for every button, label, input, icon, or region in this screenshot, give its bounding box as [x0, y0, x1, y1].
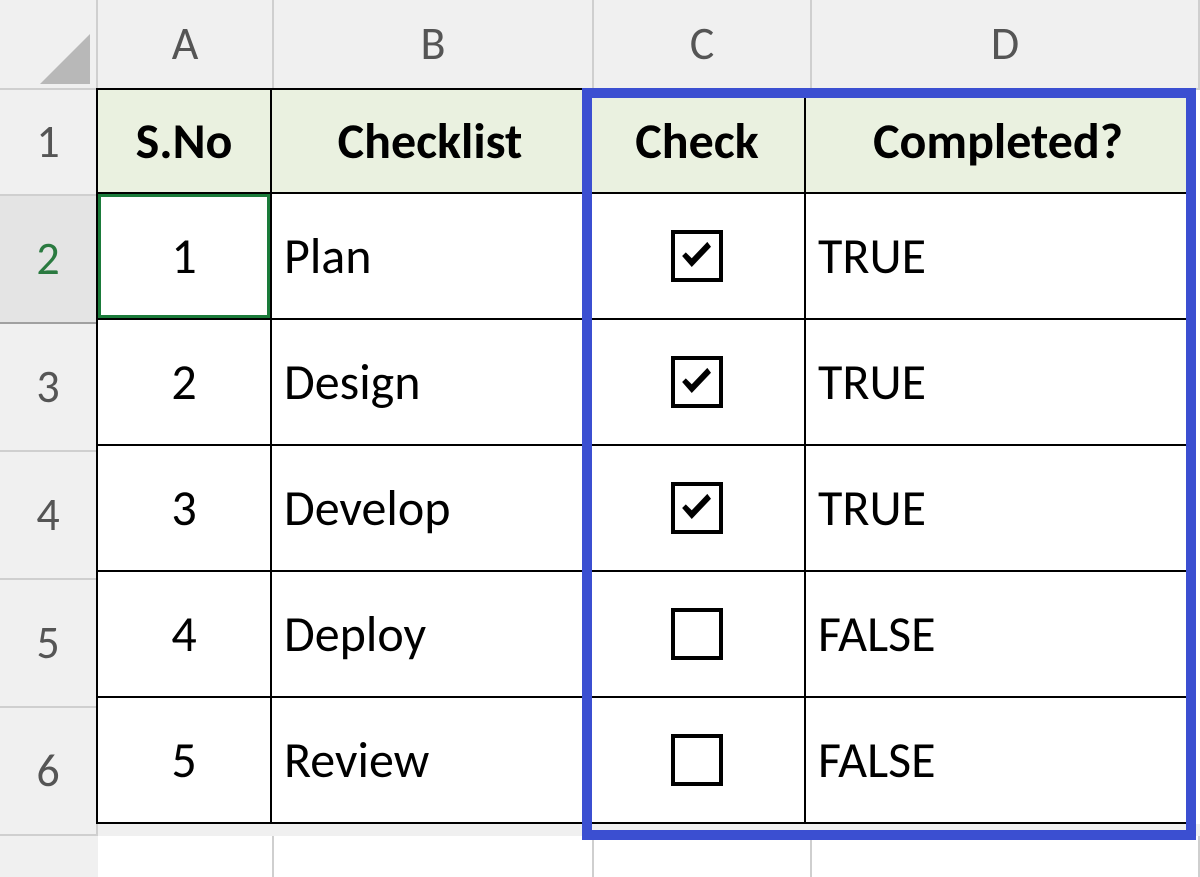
cell-B6[interactable]: Review	[270, 696, 590, 824]
cell-D4[interactable]: TRUE	[804, 444, 1192, 572]
row-header-1[interactable]: 1	[0, 90, 98, 196]
cell-C6[interactable]	[588, 696, 806, 824]
row-header-3[interactable]: 3	[0, 324, 98, 452]
cell-B4[interactable]: Develop	[270, 444, 590, 572]
row-header-4[interactable]: 4	[0, 452, 98, 580]
cell-A6[interactable]: 5	[96, 696, 272, 824]
checkbox-icon[interactable]	[671, 608, 723, 660]
cell-A3[interactable]: 2	[96, 318, 272, 446]
cell-C5[interactable]	[588, 570, 806, 698]
checkbox-icon[interactable]	[671, 734, 723, 786]
column-header-row: A B C D	[0, 0, 1200, 90]
cell-B2[interactable]: Plan	[270, 192, 590, 320]
cell-B5[interactable]: Deploy	[270, 570, 590, 698]
cell-A2[interactable]: 1	[96, 192, 272, 320]
header-completed[interactable]: Completed?	[804, 88, 1192, 194]
cell-C4[interactable]	[588, 444, 806, 572]
cell-C3[interactable]	[588, 318, 806, 446]
table-row: 1 Plan TRUE	[98, 194, 1200, 320]
select-all-triangle[interactable]	[0, 0, 98, 90]
table-header-row: S.No Checklist Check Completed?	[98, 90, 1200, 194]
empty-row-fragment	[98, 836, 1200, 877]
checkbox-icon[interactable]	[671, 482, 723, 534]
column-header-C[interactable]: C	[594, 0, 812, 90]
select-all-icon	[40, 34, 90, 84]
header-checklist[interactable]: Checklist	[270, 88, 590, 194]
column-header-D[interactable]: D	[812, 0, 1200, 90]
header-check[interactable]: Check	[588, 88, 806, 194]
row-header-2[interactable]: 2	[0, 196, 98, 324]
checkbox-icon[interactable]	[671, 230, 723, 282]
cell-D6[interactable]: FALSE	[804, 696, 1192, 824]
cell-A5[interactable]: 4	[96, 570, 272, 698]
cell-D5[interactable]: FALSE	[804, 570, 1192, 698]
row-header-5[interactable]: 5	[0, 580, 98, 708]
cell-D3[interactable]: TRUE	[804, 318, 1192, 446]
column-header-B[interactable]: B	[274, 0, 594, 90]
table-row: 3 Develop TRUE	[98, 446, 1200, 572]
column-header-A[interactable]: A	[98, 0, 274, 90]
table-row: 5 Review FALSE	[98, 698, 1200, 824]
cell-A4[interactable]: 3	[96, 444, 272, 572]
header-sno[interactable]: S.No	[96, 88, 272, 194]
cell-D2[interactable]: TRUE	[804, 192, 1192, 320]
row-header-6[interactable]: 6	[0, 708, 98, 836]
checkbox-icon[interactable]	[671, 356, 723, 408]
row-header-column: 1 2 3 4 5 6	[0, 90, 98, 836]
data-grid: S.No Checklist Check Completed? 1 Plan T…	[98, 90, 1200, 824]
cell-B3[interactable]: Design	[270, 318, 590, 446]
table-row: 4 Deploy FALSE	[98, 572, 1200, 698]
spreadsheet: A B C D 1 2 3 4 5 6 S.No Checklist Check…	[0, 0, 1200, 877]
cell-C2[interactable]	[588, 192, 806, 320]
table-row: 2 Design TRUE	[98, 320, 1200, 446]
